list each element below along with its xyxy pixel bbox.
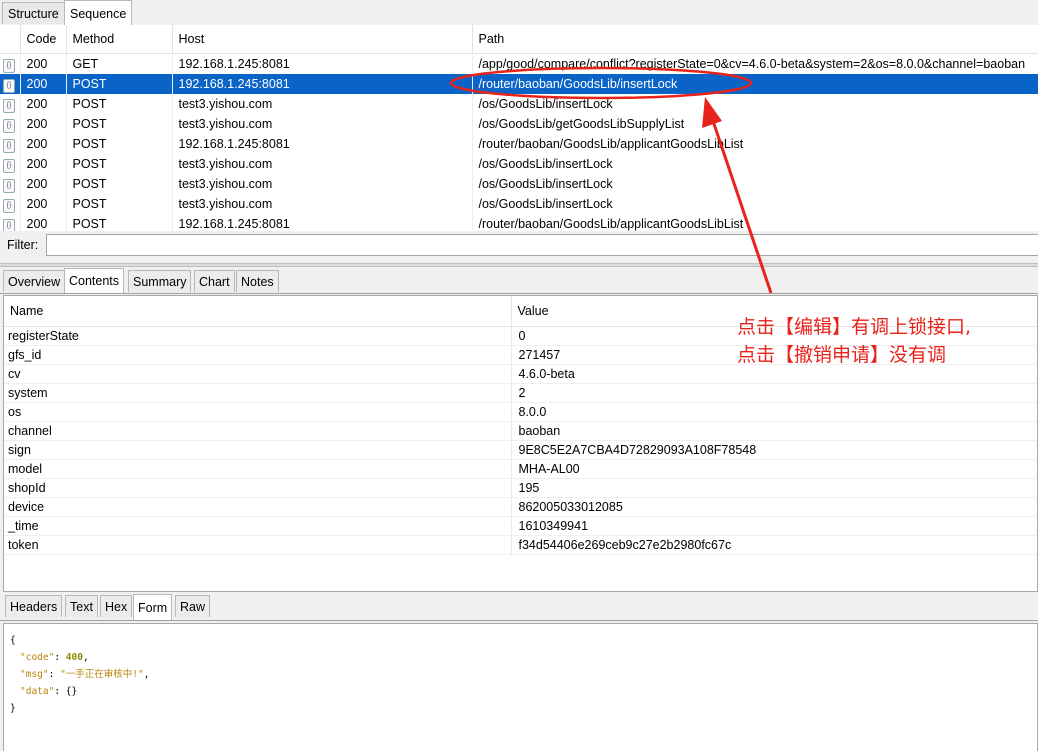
annotation-note: 点击【编辑】有调上锁接口, 点击【撤销申请】没有调 bbox=[737, 313, 971, 369]
annotation-line-1: 点击【编辑】有调上锁接口, bbox=[737, 316, 972, 338]
annotation-line-2: 点击【撤销申请】没有调 bbox=[737, 344, 947, 366]
annotation-arrow-shaft bbox=[710, 117, 773, 294]
highlight-ellipse bbox=[449, 66, 753, 100]
annotation-arrow-head bbox=[702, 97, 722, 128]
annotation-overlay bbox=[449, 66, 773, 294]
